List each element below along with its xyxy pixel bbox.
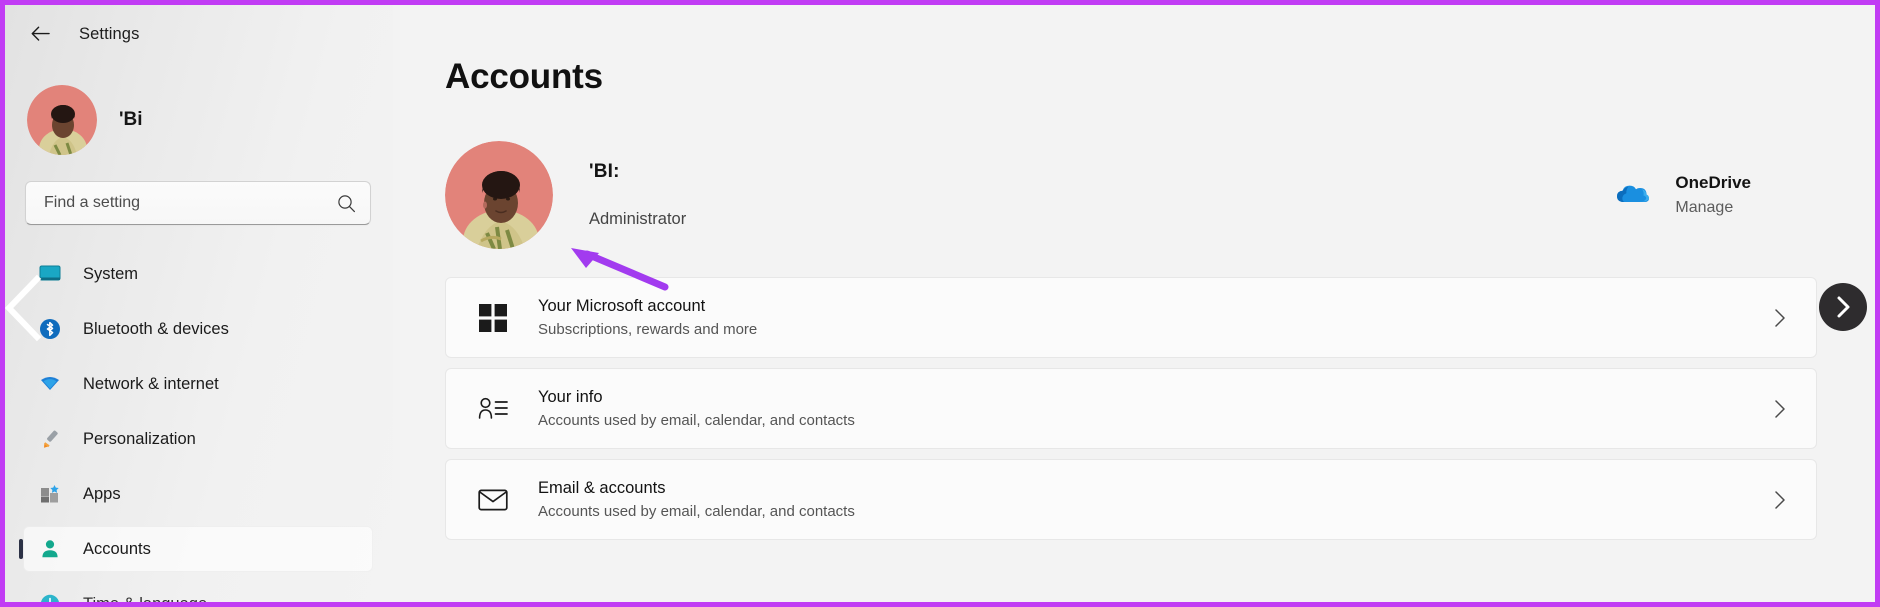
sidebar: Settings 'Bi Find a setting System Bluet…	[5, 5, 393, 602]
settings-card-list: Your Microsoft account Subscriptions, re…	[445, 277, 1875, 540]
chevron-right-icon[interactable]	[1768, 488, 1792, 512]
chevron-right-icon[interactable]	[1768, 397, 1792, 421]
search-input[interactable]	[44, 194, 337, 212]
onedrive-cloud-icon	[1615, 181, 1650, 210]
chevron-right-icon	[1837, 296, 1850, 318]
system-icon	[39, 263, 61, 285]
microsoft-logo-icon	[476, 301, 510, 335]
sidebar-nav: System Bluetooth & devices Network & int…	[5, 251, 393, 607]
search-box[interactable]	[25, 181, 371, 225]
next-image-button[interactable]	[1819, 283, 1867, 331]
card-title: Your Microsoft account	[538, 297, 706, 315]
sidebar-item-label: Network & internet	[83, 374, 219, 393]
card-subtitle: Accounts used by email, calendar, and co…	[538, 503, 855, 520]
card-body: Email & accounts Accounts used by email,…	[538, 479, 1768, 520]
sidebar-item-label: Accounts	[83, 539, 151, 558]
page-title: Accounts	[445, 57, 603, 96]
sidebar-item-personalization[interactable]: Personalization	[23, 416, 373, 462]
app-title: Settings	[79, 24, 140, 43]
card-your-info[interactable]: Your info Accounts used by email, calend…	[445, 368, 1817, 449]
sidebar-item-label: System	[83, 264, 139, 283]
avatar	[445, 141, 553, 249]
account-role: Administrator	[589, 210, 687, 228]
card-subtitle: Subscriptions, rewards and more	[538, 321, 758, 338]
network-wifi-icon	[39, 373, 61, 395]
chevron-right-icon[interactable]	[1768, 306, 1792, 330]
card-body: Your Microsoft account Subscriptions, re…	[538, 297, 1768, 338]
sidebar-item-bluetooth-devices[interactable]: Bluetooth & devices	[23, 306, 373, 352]
card-email-accounts[interactable]: Email & accounts Accounts used by email,…	[445, 459, 1817, 540]
title-bar: Settings	[5, 5, 393, 63]
onedrive-subtitle: Manage	[1675, 199, 1734, 216]
accounts-person-icon	[39, 538, 61, 560]
envelope-icon	[476, 483, 510, 517]
sidebar-item-label: Time & language	[83, 594, 208, 607]
sidebar-item-system[interactable]: System	[23, 251, 373, 297]
sidebar-profile[interactable]: 'Bi	[5, 63, 393, 167]
contact-card-icon	[476, 392, 510, 426]
sidebar-item-apps[interactable]: Apps	[23, 471, 373, 517]
account-name: 'BI:	[589, 161, 620, 182]
search-icon	[338, 194, 355, 212]
card-title: Your info	[538, 388, 603, 406]
account-text: 'BI: Administrator	[589, 161, 686, 229]
sidebar-item-label: Personalization	[83, 429, 196, 448]
sidebar-item-accounts[interactable]: Accounts	[23, 526, 373, 572]
sidebar-item-network-internet[interactable]: Network & internet	[23, 361, 373, 407]
onedrive-section[interactable]: OneDrive Manage	[1615, 173, 1817, 217]
settings-window: Settings 'Bi Find a setting System Bluet…	[0, 0, 1880, 607]
apps-icon	[39, 483, 61, 505]
card-title: Email & accounts	[538, 479, 666, 497]
sidebar-item-time-language[interactable]: Time & language	[23, 581, 373, 607]
paintbrush-icon	[39, 428, 61, 450]
clock-icon	[39, 593, 61, 602]
onedrive-title: OneDrive	[1675, 173, 1751, 192]
bluetooth-icon	[39, 318, 61, 340]
onedrive-text: OneDrive Manage	[1675, 173, 1751, 217]
sidebar-item-label: Bluetooth & devices	[83, 319, 229, 338]
card-body: Your info Accounts used by email, calend…	[538, 388, 1768, 429]
card-subtitle: Accounts used by email, calendar, and co…	[538, 412, 855, 429]
back-button[interactable]	[23, 17, 57, 51]
avatar	[27, 85, 97, 155]
account-header: 'BI: Administrator OneDrive Manage	[445, 131, 1875, 259]
sidebar-profile-name: 'Bi	[119, 109, 143, 130]
card-your-microsoft-account[interactable]: Your Microsoft account Subscriptions, re…	[445, 277, 1817, 358]
arrow-left-icon	[31, 26, 50, 41]
sidebar-item-label: Apps	[83, 484, 121, 503]
main-content: Accounts 'BI: Administrator OneDrive Man…	[393, 5, 1875, 602]
